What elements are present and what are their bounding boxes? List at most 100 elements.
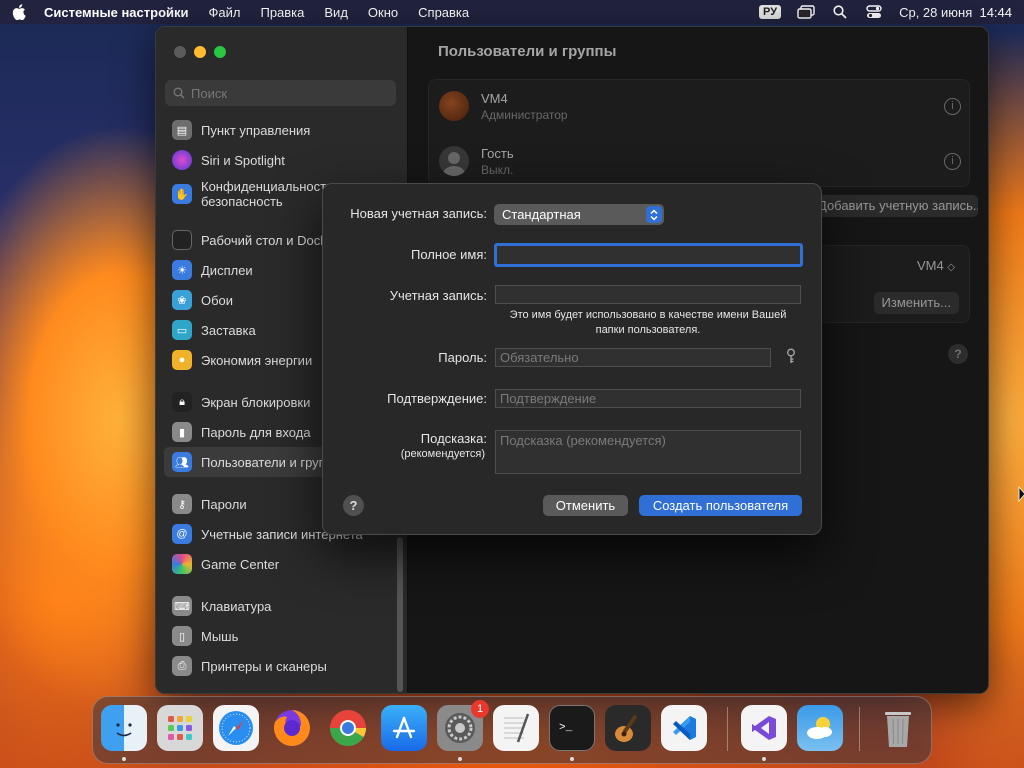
siri-icon — [172, 150, 192, 170]
system-settings-icon[interactable]: 1 — [437, 700, 489, 751]
firefox-icon[interactable] — [269, 705, 315, 751]
chevron-updown-icon — [646, 206, 662, 223]
control-center-icon[interactable] — [865, 4, 883, 20]
running-indicator — [458, 757, 462, 761]
garageband-icon[interactable] — [605, 705, 651, 751]
menu-app-name[interactable]: Системные настройки — [44, 5, 189, 20]
apple-menu-icon[interactable] — [12, 4, 26, 20]
menu-clock[interactable]: Ср, 28 июня 14:44 — [899, 5, 1012, 20]
sidebar-item-keyboard[interactable]: ⌨ Клавиатура — [164, 591, 400, 621]
textedit-icon[interactable] — [493, 705, 539, 751]
menu-help[interactable]: Справка — [418, 5, 469, 20]
screensaver-icon: ▭ — [172, 320, 192, 340]
help-icon[interactable]: ? — [343, 495, 364, 516]
full-name-field[interactable] — [494, 243, 803, 267]
verify-field[interactable] — [495, 389, 801, 408]
sidebar-item-label: Пароли — [201, 496, 247, 512]
mouse-icon: ▯ — [172, 626, 192, 646]
visual-studio-icon[interactable] — [741, 705, 787, 751]
account-name-field[interactable] — [495, 285, 801, 304]
safari-icon[interactable] — [213, 705, 259, 751]
sidebar-item-label: Siri и Spotlight — [201, 152, 285, 168]
finder-icon[interactable] — [101, 705, 147, 751]
password-assistant-key-icon[interactable] — [785, 348, 797, 367]
running-indicator — [122, 757, 126, 761]
svg-text:>_: >_ — [559, 722, 573, 734]
privacy-hand-icon: ✋ — [172, 184, 192, 204]
menu-view[interactable]: Вид — [324, 5, 348, 20]
desktop-dock-icon — [172, 230, 192, 250]
new-account-label: Новая учетная запись: — [350, 206, 487, 221]
verify-label: Подтверждение: — [387, 391, 487, 406]
minimize-button[interactable] — [194, 46, 206, 58]
full-name-label: Полное имя: — [411, 247, 487, 262]
keyboard-icon: ⌨ — [172, 596, 192, 616]
account-type-popup[interactable]: Стандартная — [494, 204, 664, 225]
sidebar-item-label: Клавиатура — [201, 598, 272, 614]
cancel-button[interactable]: Отменить — [543, 495, 628, 516]
sidebar-scrollbar[interactable] — [397, 537, 403, 692]
new-account-dialog: Новая учетная запись: Стандартная Полное… — [322, 183, 822, 535]
passwords-key-icon: ⚷ — [172, 494, 192, 514]
trash-icon[interactable] — [875, 705, 921, 751]
sidebar-item-siri-spotlight[interactable]: Siri и Spotlight — [164, 145, 400, 175]
password-label: Пароль: — [438, 350, 487, 365]
sidebar-item-printers[interactable]: ⎙ Принтеры и сканеры — [164, 651, 400, 681]
menu-file[interactable]: Файл — [209, 5, 241, 20]
sidebar-item-label: Заставка — [201, 322, 256, 338]
search-icon — [173, 87, 185, 99]
game-center-icon — [172, 554, 192, 574]
sidebar-item-game-center[interactable]: Game Center — [164, 549, 400, 579]
launchpad-icon[interactable] — [157, 705, 203, 751]
window-controls — [174, 46, 226, 58]
login-password-icon: ▮ — [172, 422, 192, 442]
account-type-value: Стандартная — [502, 207, 581, 222]
password-field[interactable] — [495, 348, 771, 367]
hint-field[interactable] — [495, 430, 801, 474]
menu-edit[interactable]: Правка — [260, 5, 304, 20]
sidebar-item-label: Обои — [201, 292, 234, 308]
energy-icon: ● — [172, 350, 192, 370]
input-source-badge[interactable]: РУ — [759, 5, 782, 19]
app-store-icon[interactable] — [381, 705, 427, 751]
close-button[interactable] — [174, 46, 186, 58]
weather-icon[interactable] — [797, 705, 843, 751]
search-placeholder: Поиск — [191, 85, 228, 101]
wallpaper-icon: ❀ — [172, 290, 192, 310]
dock-separator — [859, 707, 860, 751]
users-groups-icon: 👥︎ — [172, 452, 192, 472]
sidebar-item-mouse[interactable]: ▯ Мышь — [164, 621, 400, 651]
menu-window[interactable]: Окно — [368, 5, 398, 20]
menu-bar: Системные настройки Файл Правка Вид Окно… — [0, 0, 1024, 24]
sidebar-search[interactable]: Поиск — [165, 80, 396, 106]
vscode-icon[interactable] — [661, 705, 707, 751]
sidebar-item-label: Пароль для входа — [201, 424, 311, 440]
notification-badge: 1 — [471, 700, 489, 718]
lock-screen-icon: 🔒︎ — [172, 392, 192, 412]
running-indicator — [570, 757, 574, 761]
zoom-button[interactable] — [214, 46, 226, 58]
dock: 1 >_ — [92, 696, 932, 764]
chrome-icon[interactable] — [325, 705, 371, 751]
hint-label-recommended: (рекомендуется) — [400, 448, 485, 460]
displays-icon: ☀ — [172, 260, 192, 280]
sidebar-item-label: Мышь — [201, 628, 239, 644]
sidebar-item-label: Пользователи и группы — [201, 454, 343, 470]
internet-accounts-icon: @ — [172, 524, 192, 544]
create-user-button[interactable]: Создать пользователя — [639, 495, 802, 516]
terminal-icon[interactable]: >_ — [549, 705, 595, 751]
sidebar-item-label: Дисплеи — [201, 262, 253, 278]
sidebar-item-label: Пункт управления — [201, 122, 311, 138]
spotlight-search-icon[interactable] — [831, 4, 849, 20]
sidebar-item-label: Game Center — [201, 556, 280, 572]
dock-separator — [727, 707, 728, 751]
sidebar-item-label: Рабочий стол и Dock — [201, 232, 327, 248]
mouse-cursor-icon — [1018, 486, 1024, 502]
sidebar-item-label: Экран блокировки — [201, 394, 311, 410]
sidebar-item-control-center[interactable]: ▤ Пункт управления — [164, 115, 400, 145]
running-indicator — [762, 757, 766, 761]
hint-label: Подсказка: — [420, 431, 487, 446]
sidebar-item-label: Принтеры и сканеры — [201, 658, 327, 674]
printers-icon: ⎙ — [172, 656, 192, 676]
screen-mirroring-icon[interactable] — [797, 4, 815, 20]
